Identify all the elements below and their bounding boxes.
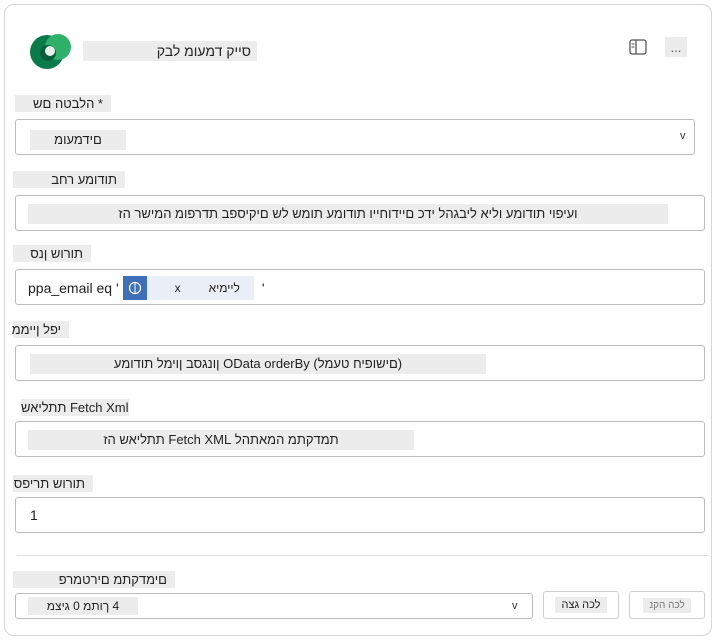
sort-by-placeholder: (םישופיח טעמל) OData orderBy ןונגסב ןוימ… bbox=[30, 354, 486, 374]
sort-by-input[interactable]: (םישופיח טעמל) OData orderBy ןונגסב ןוימ… bbox=[15, 345, 705, 381]
token-close-icon[interactable]: x bbox=[147, 281, 209, 295]
sort-by-label: יפל ןייממ bbox=[12, 321, 69, 338]
more-icon: ... bbox=[670, 39, 682, 55]
row-count-input[interactable]: 1 bbox=[15, 497, 705, 533]
dynamic-token-email[interactable]: x ליימיא bbox=[122, 276, 254, 300]
filter-prefix: ppa_email eq ' bbox=[28, 280, 119, 296]
more-options-button[interactable]: ... bbox=[665, 37, 687, 57]
filter-rows-label: תורוש ןנס bbox=[13, 245, 91, 262]
advanced-parameters-value: 4 ךותמ 0 גיצמ bbox=[28, 597, 138, 615]
advanced-parameters-label: םימדקתמ םירטמרפ bbox=[13, 571, 175, 588]
chevron-down-icon: v bbox=[512, 600, 518, 612]
dataverse-token-icon bbox=[122, 276, 147, 300]
select-columns-input[interactable]: ועיפוי תודומע וליא ליבגהל ידכ םיידוחייו … bbox=[15, 195, 705, 231]
select-columns-placeholder: ועיפוי תודומע וליא ליבגהל ידכ םיידוחייו … bbox=[28, 204, 668, 224]
panel-toggle-button[interactable] bbox=[627, 37, 649, 57]
fetch-xml-placeholder: תמדקתמ המאתהל Fetch XML תתליאש הז bbox=[28, 430, 414, 450]
table-name-label: * הלבטה םש bbox=[15, 95, 111, 112]
show-all-button[interactable]: לכה גצה bbox=[543, 591, 619, 619]
table-name-value: םידמעומ bbox=[30, 130, 126, 150]
table-name-select[interactable]: םידמעומ v bbox=[15, 119, 695, 155]
fetch-xml-input[interactable]: תמדקתמ המאתהל Fetch XML תתליאש הז bbox=[15, 421, 705, 457]
row-count-label: תורוש תריפס bbox=[13, 475, 93, 492]
clear-all-button[interactable]: לכה הקנ bbox=[629, 591, 705, 619]
card-title[interactable]: סייק דמעומ לבק bbox=[83, 41, 257, 61]
filter-suffix: ' bbox=[261, 280, 265, 296]
dataverse-logo-icon bbox=[25, 29, 77, 73]
chevron-down-icon: v bbox=[680, 130, 686, 142]
filter-rows-input[interactable]: ppa_email eq ' x ליימיא ' bbox=[15, 269, 705, 305]
select-columns-label: תודומע רחב bbox=[13, 171, 125, 188]
advanced-parameters-select[interactable]: 4 ךותמ 0 גיצמ v bbox=[15, 593, 533, 619]
row-count-value: 1 bbox=[30, 507, 38, 523]
panel-icon bbox=[629, 39, 647, 55]
section-divider bbox=[17, 555, 709, 556]
token-label: ליימיא bbox=[208, 281, 240, 295]
fetch-xml-label: Fetch Xml תתליאש bbox=[21, 399, 129, 416]
action-card: סייק דמעומ לבק ... * הלבטה םש םידמעומ v … bbox=[4, 4, 712, 636]
filter-expression: ppa_email eq ' x ליימיא ' bbox=[28, 276, 265, 300]
